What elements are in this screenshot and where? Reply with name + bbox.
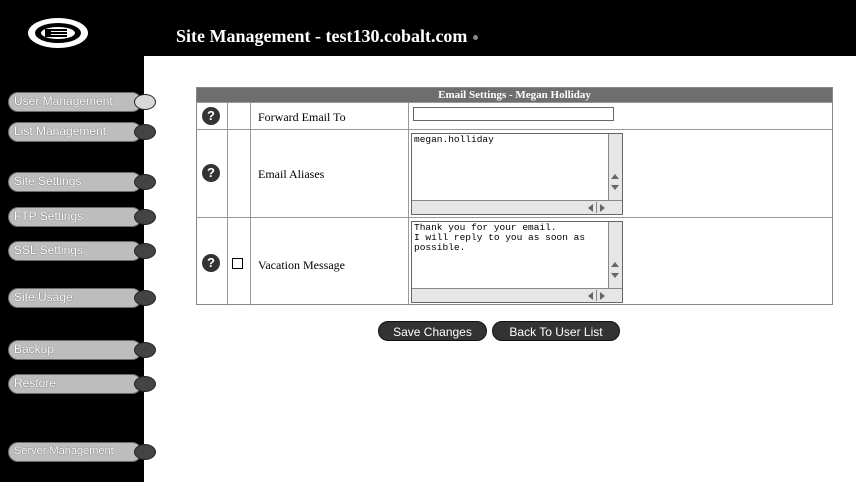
knob-icon: [134, 209, 156, 225]
sidebar-item-server-management[interactable]: Server Management: [8, 442, 156, 462]
header-bar: Site Management - test130.cobalt.com: [0, 0, 856, 56]
vacation-enable-checkbox[interactable]: [232, 258, 243, 269]
scroll-up-icon: [611, 174, 619, 179]
scroll-right-icon: [600, 292, 605, 300]
vacation-message-textarea[interactable]: Thank you for your email. I will reply t…: [411, 221, 623, 303]
sidebar-item-site-usage[interactable]: Site Usage: [8, 288, 156, 308]
horizontal-scrollbar[interactable]: [412, 200, 622, 214]
help-question-icon[interactable]: ?: [202, 164, 220, 182]
email-aliases-row: ? Email Aliases megan.holliday: [197, 129, 832, 217]
scroll-left-icon: [588, 204, 593, 212]
vacation-message-label: Vacation Message: [258, 258, 345, 272]
sidebar-item-ssl-settings[interactable]: SSL Settings: [8, 241, 156, 261]
scroll-right-icon: [600, 204, 605, 212]
forward-email-row: ? Forward Email To: [197, 102, 832, 129]
vertical-scrollbar[interactable]: [608, 134, 622, 200]
horizontal-scrollbar[interactable]: [412, 288, 622, 302]
help-question-icon[interactable]: ?: [202, 107, 220, 125]
knob-icon: [134, 376, 156, 392]
panel-header: Email Settings - Megan Holliday: [197, 88, 832, 102]
knob-icon: [134, 342, 156, 358]
sidebar-item-site-settings[interactable]: Site Settings: [8, 172, 156, 192]
knob-icon: [134, 124, 156, 140]
sidebar-item-restore[interactable]: Restore: [8, 374, 156, 394]
sidebar: User Management List Management Site Set…: [0, 56, 156, 482]
email-aliases-label: Email Aliases: [258, 167, 325, 181]
sidebar-item-ftp-settings[interactable]: FTP Settings: [8, 207, 156, 227]
scroll-down-icon: [611, 185, 619, 190]
knob-icon: [134, 243, 156, 259]
knob-icon: [134, 94, 156, 110]
knob-icon: [134, 444, 156, 460]
knob-icon: [134, 174, 156, 190]
help-question-icon[interactable]: ?: [202, 254, 220, 272]
forward-email-input[interactable]: [413, 107, 614, 121]
sidebar-item-user-management[interactable]: User Management: [8, 92, 156, 112]
forward-email-label: Forward Email To: [258, 110, 346, 124]
vertical-scrollbar[interactable]: [608, 222, 622, 288]
scroll-up-icon: [611, 262, 619, 267]
save-changes-button[interactable]: Save Changes: [378, 321, 487, 341]
status-dot-icon: [473, 35, 479, 41]
email-settings-panel: Email Settings - Megan Holliday ? Forwar…: [196, 87, 833, 305]
scroll-down-icon: [611, 273, 619, 278]
knob-icon: [134, 290, 156, 306]
email-aliases-textarea[interactable]: megan.holliday: [411, 133, 623, 215]
sidebar-item-backup[interactable]: Backup: [8, 340, 156, 360]
cobalt-logo: [28, 18, 88, 48]
page-title: Site Management - test130.cobalt.com: [176, 26, 468, 46]
back-to-user-list-button[interactable]: Back To User List: [492, 321, 620, 341]
sidebar-item-list-management[interactable]: List Management: [8, 122, 156, 142]
scroll-left-icon: [588, 292, 593, 300]
vacation-message-row: ? Vacation Message Thank you for your em…: [197, 217, 832, 305]
panel-title: Email Settings - Megan Holliday: [438, 89, 591, 101]
